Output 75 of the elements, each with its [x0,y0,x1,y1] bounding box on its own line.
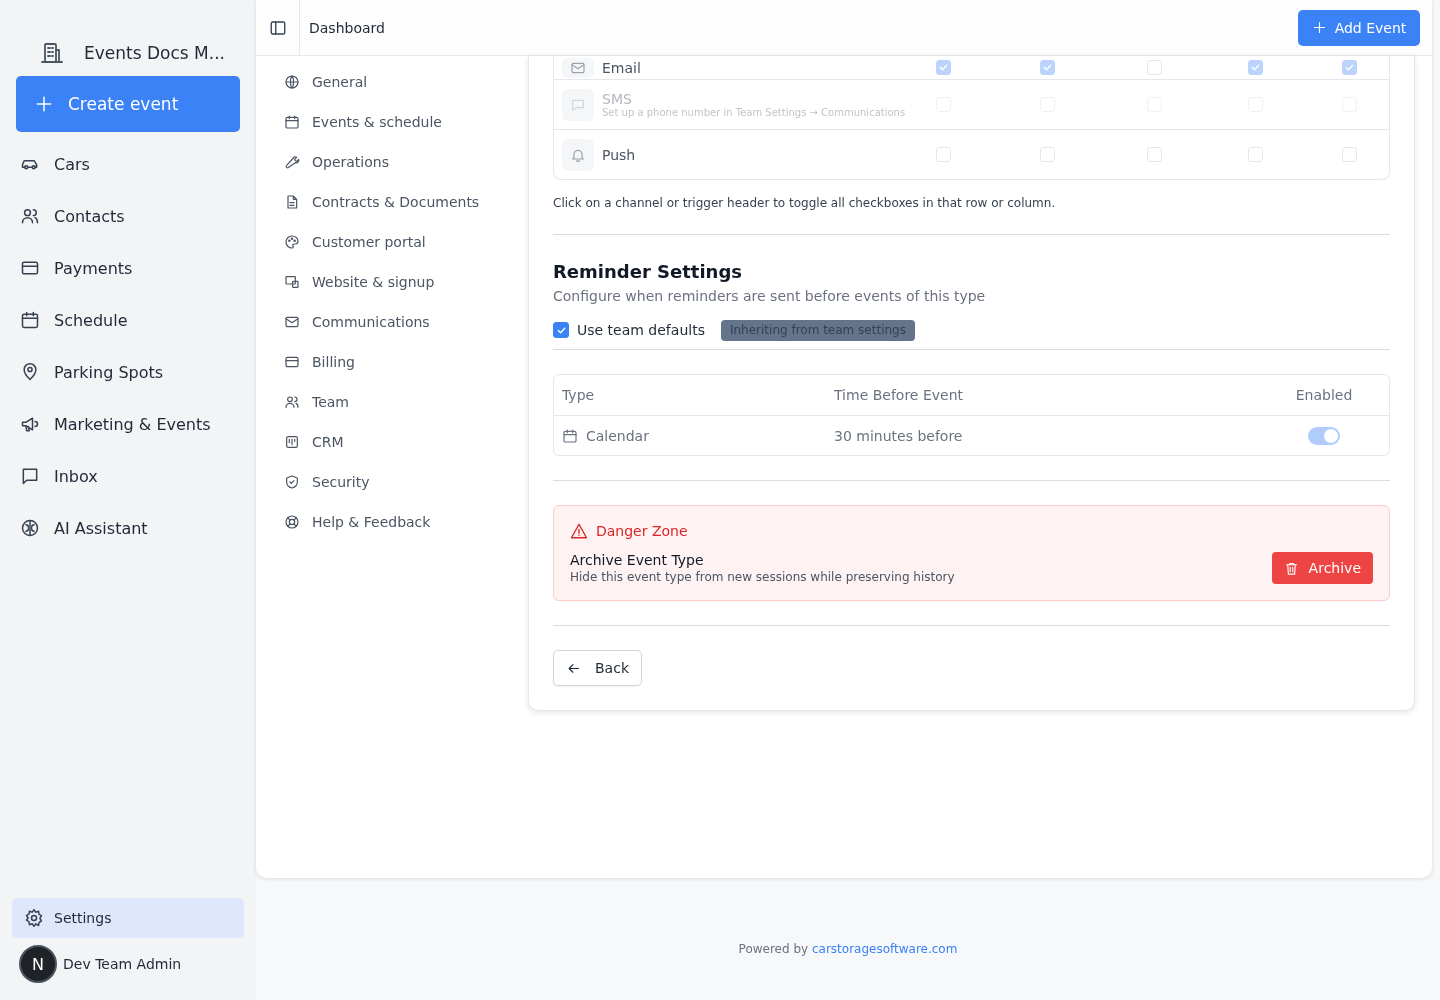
archive-button[interactable]: Archive [1271,552,1373,584]
channel-name[interactable]: Email [602,59,932,76]
check-icon [1042,62,1053,73]
workspace-name[interactable]: Events Docs M... [84,43,225,63]
add-event-button[interactable]: Add Event [1298,9,1420,46]
section-subtitle: Configure when reminders are sent before events of this type [553,288,987,304]
sidebar-item[interactable]: Schedule [16,294,240,346]
warning-icon [570,522,588,540]
danger-zone-title: Danger Zone [596,523,688,539]
settings-nav-item[interactable]: Communications [284,302,528,342]
check-icon [938,62,949,73]
settings-nav-item[interactable]: Operations [284,142,528,182]
calendar-icon [20,310,40,330]
palette-icon [284,234,300,250]
users-icon [284,394,300,410]
settings-nav-item[interactable]: Team [284,382,528,422]
danger-item-description: Hide this event type from new sessions while preserving history [570,570,955,584]
settings-item[interactable]: Settings [12,898,244,938]
globe-icon [284,74,300,90]
sidebar-item[interactable]: Inbox [16,450,240,502]
sidebar-toggle-icon [268,18,287,37]
table-cell-text: 30 minutes before [834,427,964,444]
settings-nav-item[interactable]: General [284,62,528,102]
create-event-button[interactable]: Create event [16,76,240,132]
settings-nav-item[interactable]: CRM [284,422,528,462]
hint-text: Click on a channel or trigger header to toggle all checkboxes in that row or column. [553,196,1057,210]
table-cell: Calendar [586,427,649,444]
column-header: Type [562,387,596,403]
section-title: Reminder Settings [553,261,743,282]
sidebar-item[interactable]: Marketing & Events [16,398,240,450]
channel-name[interactable]: Push [602,146,932,163]
map-pin-icon [20,362,40,382]
settings-nav-item[interactable]: Customer portal [284,222,528,262]
back-button[interactable]: Back [553,650,642,686]
plus-icon [1311,20,1327,35]
check-icon [1344,62,1355,73]
column-header: Enabled [1294,387,1354,403]
users-icon [20,206,40,226]
calendar-icon [562,427,578,444]
mail-icon [284,314,300,330]
sidebar-item[interactable]: Parking Spots [16,346,240,398]
column-header: Time Before Event [834,387,965,403]
check-icon [1250,62,1261,73]
footer-text: Powered by carstoragesoftware.com [738,942,958,956]
user-name[interactable]: Dev Team Admin [63,956,182,972]
building-icon [40,41,64,65]
checkbox[interactable] [553,322,569,338]
settings-nav-item[interactable]: Security [284,462,528,502]
devices-icon [284,274,300,290]
settings-nav-item[interactable]: Contracts & Documents [284,182,528,222]
settings-nav-item[interactable]: Help & Feedback [284,502,528,542]
sidebar-item[interactable]: Payments [16,242,240,294]
credit-card-icon [284,354,300,370]
footer-link[interactable]: carstoragesoftware.com [811,942,958,956]
kanban-icon [284,434,300,450]
wrench-icon [284,154,300,170]
shield-icon [284,474,300,490]
plus-icon [34,94,54,114]
document-icon [284,194,300,210]
danger-item-title: Archive Event Type [570,552,705,568]
calendar-icon [284,114,300,130]
settings-nav-item[interactable]: Billing [284,342,528,382]
sidebar-item[interactable]: AI Assistant [16,502,240,554]
credit-card-icon [20,258,40,278]
sidebar-item[interactable]: Contacts [16,190,240,242]
checkbox-label[interactable]: Use team defaults [577,322,705,338]
sidebar-item[interactable]: Cars [16,138,240,190]
settings-nav-item[interactable]: Website & signup [284,262,528,302]
settings-icon [24,908,44,928]
settings-nav-item[interactable]: Events & schedule [284,102,528,142]
user-avatar[interactable]: N [19,945,57,983]
lifebuoy-icon [284,514,300,530]
breadcrumb[interactable]: Dashboard [309,19,385,36]
megaphone-icon [20,414,40,434]
trash-icon [1283,560,1299,576]
